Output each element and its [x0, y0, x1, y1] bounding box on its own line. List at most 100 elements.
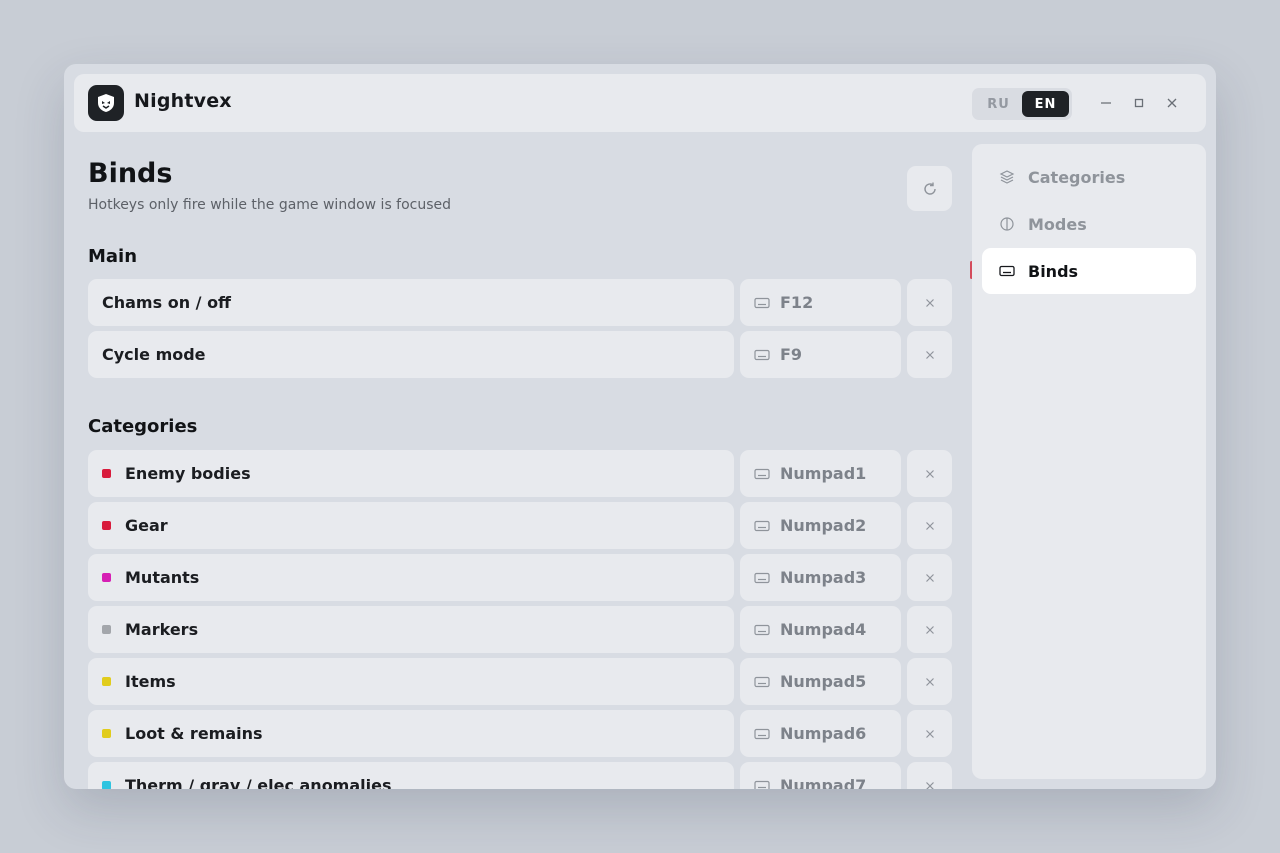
bind-row: Gear Numpad2	[88, 502, 952, 549]
clear-bind-button[interactable]	[907, 658, 952, 705]
bind-row: Markers Numpad4	[88, 606, 952, 653]
bind-key-button[interactable]: Numpad4	[740, 606, 901, 653]
sidebar: Categories Modes Binds	[972, 144, 1206, 779]
bind-key-label: F9	[780, 345, 803, 364]
bind-key-button[interactable]: Numpad5	[740, 658, 901, 705]
language-switch: RU EN	[972, 88, 1072, 120]
bind-name: Chams on / off	[88, 279, 734, 326]
page-subtitle: Hotkeys only fire while the game window …	[88, 197, 452, 213]
clear-bind-button[interactable]	[907, 606, 952, 653]
close-icon	[925, 729, 934, 738]
bind-key-button[interactable]: Numpad1	[740, 450, 901, 497]
clear-bind-button[interactable]	[907, 450, 952, 497]
clear-bind-button[interactable]	[907, 502, 952, 549]
bind-key-label: Numpad1	[780, 464, 867, 483]
minimize-button[interactable]	[1095, 92, 1117, 114]
bind-key-button[interactable]: Numpad7	[740, 762, 901, 789]
bind-name: Cycle mode	[88, 331, 734, 378]
bind-name: Items	[88, 658, 734, 705]
bind-row: Enemy bodies Numpad1	[88, 450, 952, 497]
keyboard-icon	[754, 468, 770, 480]
sidebar-item-label: Binds	[1028, 261, 1079, 281]
lang-ru-button[interactable]: RU	[975, 91, 1022, 117]
close-icon	[925, 469, 934, 478]
bind-key-label: Numpad2	[780, 516, 867, 535]
minimize-icon	[1101, 102, 1111, 104]
sidebar-item-categories[interactable]: Categories	[982, 154, 1196, 200]
sidebar-item-label: Modes	[1028, 214, 1087, 234]
bind-name: Loot & remains	[88, 710, 734, 757]
bind-key-button[interactable]: F9	[740, 331, 901, 378]
category-color-dot	[102, 469, 111, 478]
page-title: Binds	[88, 158, 173, 189]
bind-label: Mutants	[125, 568, 200, 587]
bind-name: Therm / grav / elec anomalies	[88, 762, 734, 789]
clear-bind-button[interactable]	[907, 554, 952, 601]
bind-name: Enemy bodies	[88, 450, 734, 497]
bind-row: Therm / grav / elec anomalies Numpad7	[88, 762, 952, 789]
app-logo	[88, 85, 124, 121]
bind-key-button[interactable]: Numpad3	[740, 554, 901, 601]
layers-icon	[998, 168, 1016, 186]
bind-label: Therm / grav / elec anomalies	[125, 776, 392, 789]
close-window-button[interactable]	[1161, 92, 1183, 114]
refresh-icon	[923, 182, 936, 195]
keyboard-icon	[998, 262, 1016, 280]
bind-key-label: Numpad6	[780, 724, 867, 743]
category-color-dot	[102, 625, 111, 634]
bind-key-button[interactable]: Numpad6	[740, 710, 901, 757]
app-window: Nightvex RU EN Binds Hotkeys only fire w…	[64, 64, 1216, 789]
bind-label: Items	[125, 672, 176, 691]
close-icon	[925, 298, 934, 307]
bind-key-label: F12	[780, 293, 814, 312]
close-icon	[925, 521, 934, 530]
lang-en-button[interactable]: EN	[1022, 91, 1069, 117]
clear-bind-button[interactable]	[907, 331, 952, 378]
keyboard-icon	[754, 297, 770, 309]
bind-key-label: Numpad4	[780, 620, 867, 639]
close-icon	[925, 350, 934, 359]
main-content: Binds Hotkeys only fire while the game w…	[88, 144, 960, 789]
keyboard-icon	[754, 728, 770, 740]
maximize-button[interactable]	[1128, 92, 1150, 114]
bind-row: Mutants Numpad3	[88, 554, 952, 601]
clear-bind-button[interactable]	[907, 762, 952, 789]
bind-name: Mutants	[88, 554, 734, 601]
keyboard-icon	[754, 520, 770, 532]
sidebar-item-binds[interactable]: Binds	[982, 248, 1196, 294]
modes-icon	[998, 215, 1016, 233]
keyboard-icon	[754, 624, 770, 636]
bind-key-label: Numpad7	[780, 776, 867, 789]
titlebar: Nightvex RU EN	[74, 74, 1206, 132]
bind-label: Cycle mode	[102, 345, 206, 364]
app-title: Nightvex	[134, 90, 232, 112]
keyboard-icon	[754, 780, 770, 789]
bind-label: Enemy bodies	[125, 464, 251, 483]
category-color-dot	[102, 573, 111, 582]
bind-key-button[interactable]: Numpad2	[740, 502, 901, 549]
bind-row: Loot & remains Numpad6	[88, 710, 952, 757]
close-icon	[925, 781, 934, 789]
clear-bind-button[interactable]	[907, 279, 952, 326]
close-icon	[925, 677, 934, 686]
bind-key-label: Numpad5	[780, 672, 867, 691]
category-color-dot	[102, 677, 111, 686]
maximize-icon	[1134, 98, 1144, 108]
bind-label: Gear	[125, 516, 168, 535]
reset-binds-button[interactable]	[907, 166, 952, 211]
bind-key-label: Numpad3	[780, 568, 867, 587]
wolf-logo-icon	[98, 94, 114, 112]
keyboard-icon	[754, 676, 770, 688]
close-icon	[925, 625, 934, 634]
bind-name: Markers	[88, 606, 734, 653]
category-color-dot	[102, 729, 111, 738]
bind-key-button[interactable]: F12	[740, 279, 901, 326]
bind-label: Markers	[125, 620, 199, 639]
bind-row: Cycle mode F9	[88, 331, 952, 378]
clear-bind-button[interactable]	[907, 710, 952, 757]
category-color-dot	[102, 781, 111, 789]
keyboard-icon	[754, 349, 770, 361]
bind-row: Items Numpad5	[88, 658, 952, 705]
sidebar-item-modes[interactable]: Modes	[982, 201, 1196, 247]
bind-row: Chams on / off F12	[88, 279, 952, 326]
